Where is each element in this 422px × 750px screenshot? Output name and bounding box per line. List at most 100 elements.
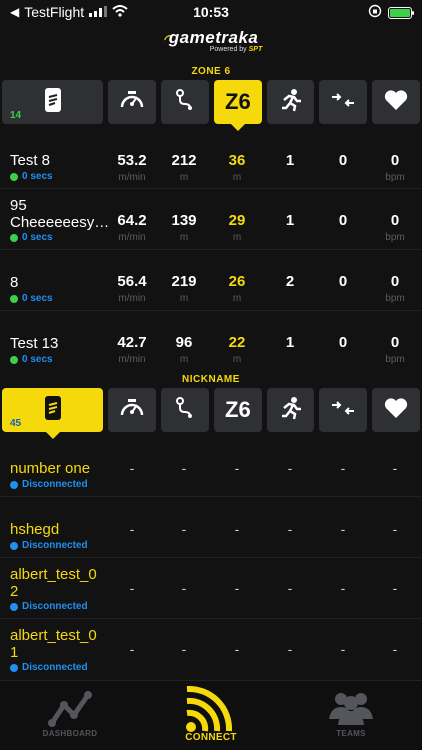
distance-unit: m: [179, 232, 189, 243]
zone-unit: m: [232, 354, 242, 365]
zone-unit: m: [232, 232, 242, 243]
nav-teams[interactable]: TEAMS: [291, 681, 411, 750]
speed-value: 53.2: [117, 152, 147, 169]
empty-value: -: [234, 641, 240, 657]
connect-signal-icon: [183, 685, 235, 738]
nickname-player-list: number one Disconnected - - - - - - hshe…: [0, 436, 422, 680]
disconnected-dot-icon: [10, 602, 18, 611]
empty-value: -: [340, 521, 346, 537]
zone-player-list: Test 8 0 secs 53.2 m/min 212 m 36 m 1 0 …: [0, 128, 422, 372]
empty-value: -: [129, 460, 135, 476]
tab-speed[interactable]: [108, 80, 157, 124]
disconnected-dot-icon: [10, 541, 18, 550]
empty-value: -: [287, 521, 293, 537]
dashboard-chart-icon: [48, 689, 94, 734]
disconnected-dot-icon: [10, 480, 18, 489]
hr-unit: bpm: [385, 172, 405, 183]
battery-icon: [388, 6, 414, 19]
hr-unit: bpm: [385, 354, 405, 365]
tab-speed[interactable]: [108, 388, 157, 432]
tab-accel-decel[interactable]: [319, 388, 368, 432]
nav-connect[interactable]: CONNECT: [151, 681, 271, 750]
empty-value: -: [181, 460, 187, 476]
list-item[interactable]: albert_test_0 1 Disconnected - - - - - -: [0, 619, 422, 680]
distance-value: 96: [175, 334, 193, 351]
sprints-value: 2: [285, 273, 295, 290]
accel-value: 0: [338, 273, 348, 290]
zone-value: 36: [228, 152, 246, 169]
speed-unit: m/min: [118, 354, 146, 365]
tab-sprints[interactable]: [266, 388, 315, 432]
empty-value: -: [392, 521, 398, 537]
empty-value: -: [181, 521, 187, 537]
distance-unit: m: [179, 293, 189, 304]
list-item[interactable]: number one Disconnected - - - - - -: [0, 436, 422, 497]
table-row[interactable]: 95 Cheeeeeesy… 0 secs 64.2 m/min 139 m 2…: [0, 189, 422, 250]
empty-value: -: [392, 641, 398, 657]
tab-accel-decel[interactable]: [319, 80, 368, 124]
zone-value: 26: [228, 273, 246, 290]
tracker-count: 45: [10, 418, 22, 429]
teams-people-icon: [327, 689, 375, 732]
tab-tracker-count[interactable]: 14: [2, 80, 104, 124]
tab-distance[interactable]: [161, 388, 209, 432]
player-status: Disconnected: [10, 479, 88, 490]
connected-dot-icon: [10, 233, 18, 242]
speedometer-icon: [119, 89, 145, 116]
empty-value: -: [129, 580, 135, 596]
tracker-icon: [44, 395, 62, 426]
player-name: Test 8: [10, 152, 51, 169]
tab-tracker-count[interactable]: 45: [2, 388, 104, 439]
app-logo: ◜gametraka Powered by SPT: [0, 28, 422, 53]
speed-unit: m/min: [118, 232, 146, 243]
status-bar: ◀ TestFlight 10:53: [0, 0, 422, 24]
list-item[interactable]: albert_test_0 2 Disconnected - - - - - -: [0, 558, 422, 619]
nav-dashboard[interactable]: DASHBOARD: [10, 681, 130, 750]
tab-zone6[interactable]: Z6: [213, 388, 262, 432]
connected-dot-icon: [10, 294, 18, 303]
accel-value: 0: [338, 334, 348, 351]
player-name: 8: [10, 274, 19, 291]
empty-value: -: [129, 641, 135, 657]
sprints-value: 1: [285, 212, 295, 229]
accel-value: 0: [338, 152, 348, 169]
player-nickname: number one: [10, 460, 91, 477]
zone-value: 29: [228, 212, 246, 229]
empty-value: -: [287, 641, 293, 657]
empty-value: -: [234, 460, 240, 476]
hr-unit: bpm: [385, 293, 405, 304]
tab-heart-rate[interactable]: [372, 388, 420, 432]
empty-value: -: [287, 580, 293, 596]
tab-zone6[interactable]: Z6: [213, 80, 262, 131]
hr-value: 0: [390, 152, 400, 169]
hr-value: 0: [390, 212, 400, 229]
speedometer-icon: [119, 397, 145, 424]
distance-value: 139: [171, 212, 197, 229]
empty-value: -: [234, 521, 240, 537]
speed-unit: m/min: [118, 172, 146, 183]
player-status: Disconnected: [10, 540, 88, 551]
list-item[interactable]: hshegd Disconnected - - - - - -: [0, 497, 422, 558]
player-nickname: hshegd: [10, 521, 60, 538]
player-status: 0 secs: [10, 232, 53, 243]
table-row[interactable]: 8 0 secs 56.4 m/min 219 m 26 m 2 0 0 bpm: [0, 250, 422, 311]
connected-dot-icon: [10, 172, 18, 181]
tab-sprints[interactable]: [266, 80, 315, 124]
table-row[interactable]: Test 13 0 secs 42.7 m/min 96 m 22 m 1 0 …: [0, 311, 422, 372]
zone-unit: m: [232, 172, 242, 183]
accel-value: 0: [338, 212, 348, 229]
nickname-metric-tabs: 45 Z6: [2, 388, 420, 439]
tab-distance[interactable]: [161, 80, 209, 124]
empty-value: -: [340, 580, 346, 596]
empty-value: -: [340, 641, 346, 657]
tab-heart-rate[interactable]: [372, 80, 420, 124]
z6-label: Z6: [225, 89, 251, 114]
table-row[interactable]: Test 8 0 secs 53.2 m/min 212 m 36 m 1 0 …: [0, 128, 422, 189]
distance-unit: m: [179, 354, 189, 365]
empty-value: -: [287, 460, 293, 476]
player-status: Disconnected: [10, 601, 88, 612]
empty-value: -: [181, 580, 187, 596]
bottom-tab-bar: DASHBOARD CONNECT TEAMS: [0, 680, 422, 750]
hr-value: 0: [390, 334, 400, 351]
zone-metric-tabs: 14 Z6: [2, 80, 420, 131]
